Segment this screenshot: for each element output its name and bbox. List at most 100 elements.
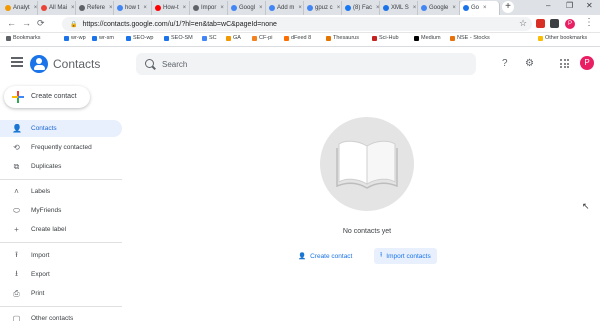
create-contact-button[interactable]: Create contact	[4, 86, 90, 108]
maximize-icon[interactable]: ❐	[566, 1, 573, 10]
tab-close-icon[interactable]: ×	[109, 5, 113, 11]
tab-close-icon[interactable]: ×	[143, 5, 147, 11]
tab-favicon-icon	[41, 5, 47, 11]
bookmark-label: wr-sm	[99, 35, 114, 41]
bookmark-item[interactable]: GA	[226, 35, 241, 41]
bookmark-item[interactable]: SEO-wp	[126, 35, 153, 41]
import-contacts-button[interactable]: ⭱ Import contacts	[374, 248, 437, 264]
bookmark-item[interactable]: Sci-Hub	[372, 35, 399, 41]
download-icon: ⭳	[15, 268, 18, 278]
tab-favicon-icon	[79, 5, 85, 11]
tab-close-icon[interactable]: ×	[337, 5, 341, 11]
tab-close-icon[interactable]: ×	[259, 5, 263, 11]
sidebar-item-print[interactable]: ⎙ Print	[0, 285, 122, 302]
bookmark-label: NSE - Stocks	[457, 35, 490, 41]
sidebar-item-myfriends[interactable]: ⬭ MyFriends	[0, 202, 122, 219]
bookmark-item[interactable]: wr-sm	[92, 35, 114, 41]
sidebar-item-contacts[interactable]: 👤 Contacts	[0, 120, 122, 137]
bookmark-item[interactable]: Thesaurus	[326, 35, 359, 41]
bookmark-item[interactable]: NSE - Stocks	[450, 35, 490, 41]
bookmark-label: dFeed 8	[291, 35, 312, 41]
search-icon[interactable]	[145, 59, 154, 68]
bookmark-label: SEO-SM	[171, 35, 193, 41]
tab-close-icon[interactable]: ×	[298, 5, 302, 11]
bookmark-favicon-icon	[226, 35, 231, 41]
print-icon: ⎙	[13, 288, 20, 298]
back-icon[interactable]: ←	[7, 18, 16, 28]
bookmark-item[interactable]: SC	[202, 35, 217, 41]
browser-tab[interactable]: gpuz c ×	[304, 1, 342, 15]
reload-icon[interactable]: ⟳	[37, 18, 45, 29]
browser-tab[interactable]: Analyt ×	[2, 1, 38, 15]
sidebar-item-export[interactable]: ⭳ Export	[0, 266, 122, 283]
browser-tab[interactable]: (8) Fac ×	[342, 1, 380, 15]
search-bar[interactable]	[136, 53, 476, 75]
bookmark-favicon-icon	[538, 35, 543, 41]
empty-state-text: No contacts yet	[342, 228, 392, 235]
settings-gear-icon[interactable]: ⚙	[525, 58, 534, 69]
book-icon	[336, 140, 398, 189]
bookmarks-menu[interactable]: Bookmarks	[6, 35, 41, 41]
create-contact-link-button[interactable]: 👤 Create contact	[292, 248, 358, 264]
bookmark-item[interactable]: Medium	[414, 35, 441, 41]
minimize-icon[interactable]: –	[546, 1, 550, 10]
tab-favicon-icon	[421, 5, 427, 11]
tab-close-icon[interactable]: ×	[71, 5, 75, 11]
main-menu-icon[interactable]	[11, 57, 23, 69]
browser-menu-icon[interactable]: ⋮	[584, 17, 594, 28]
browser-tab[interactable]: All Mai ×	[38, 1, 76, 15]
sidebar-item-label: Export	[31, 271, 50, 278]
account-avatar[interactable]: P	[580, 56, 594, 70]
bookmark-item[interactable]: wr-wp	[64, 35, 86, 41]
tab-close-icon[interactable]: ×	[376, 5, 379, 11]
browser-tab[interactable]: Impor ×	[190, 1, 228, 15]
app-title: Contacts	[53, 57, 101, 71]
bookmark-favicon-icon	[126, 35, 131, 41]
new-tab-button[interactable]: +	[502, 1, 514, 13]
close-window-icon[interactable]: ✕	[586, 1, 593, 10]
tab-close-icon[interactable]: ×	[483, 5, 487, 11]
extension-icon[interactable]	[536, 19, 545, 28]
browser-tab[interactable]: Refere ×	[76, 1, 114, 15]
browser-tab[interactable]: Googl ×	[228, 1, 266, 15]
tab-close-icon[interactable]: ×	[452, 5, 456, 11]
browser-tab[interactable]: XML S ×	[380, 1, 418, 15]
browser-tab[interactable]: how t ×	[114, 1, 152, 15]
tab-label: Refere	[87, 5, 106, 11]
bookmark-favicon-icon	[64, 35, 69, 41]
tab-close-icon[interactable]: ×	[34, 5, 37, 11]
browser-profile-avatar[interactable]: P	[565, 19, 575, 29]
sidebar-item-label: Duplicates	[31, 163, 62, 170]
apps-grid-icon[interactable]	[560, 59, 569, 68]
bookmark-star-icon[interactable]: ☆	[519, 18, 527, 29]
tab-close-icon[interactable]: ×	[413, 5, 417, 11]
tab-close-icon[interactable]: ×	[183, 5, 187, 11]
sidebar-item-create-label[interactable]: + Create label	[0, 221, 122, 238]
bookmark-label: Other bookmarks	[545, 35, 588, 41]
browser-tab[interactable]: Add m ×	[266, 1, 304, 15]
help-icon[interactable]: ?	[502, 58, 508, 69]
browser-tab[interactable]: Go ×	[460, 1, 500, 15]
tab-favicon-icon	[155, 5, 161, 11]
other-contacts-icon: ▢	[12, 314, 21, 321]
sidebar-item-duplicates[interactable]: ⧉ Duplicates	[0, 158, 122, 175]
bookmark-item[interactable]: SEO-SM	[164, 35, 193, 41]
tab-label: how t	[125, 5, 140, 11]
browser-tab[interactable]: How-t ×	[152, 1, 190, 15]
tab-close-icon[interactable]: ×	[220, 5, 224, 11]
sidebar-item-frequently-contacted[interactable]: ⟲ Frequently contacted	[0, 139, 122, 156]
forward-icon[interactable]: →	[22, 18, 31, 28]
bookmark-item[interactable]: Other bookmarks	[538, 35, 587, 41]
labels-section-header[interactable]: ˄ Labels	[0, 183, 122, 200]
extension-icon[interactable]	[550, 19, 559, 28]
search-input[interactable]	[162, 57, 462, 71]
address-bar[interactable]: 🔒 https://contacts.google.com/u/1/?hl=en…	[62, 17, 532, 31]
bookmark-item[interactable]: CF-pi	[252, 35, 272, 41]
sidebar-item-import[interactable]: ⭱ Import	[0, 247, 122, 264]
bookmark-item[interactable]: dFeed 8	[284, 35, 311, 41]
tab-label: Analyt	[13, 5, 30, 11]
bookmark-favicon-icon	[414, 35, 419, 41]
bookmark-label: SEO-wp	[133, 35, 154, 41]
browser-tab[interactable]: Google ×	[418, 1, 460, 15]
sidebar-item-other-contacts[interactable]: ▢ Other contacts	[0, 310, 122, 321]
